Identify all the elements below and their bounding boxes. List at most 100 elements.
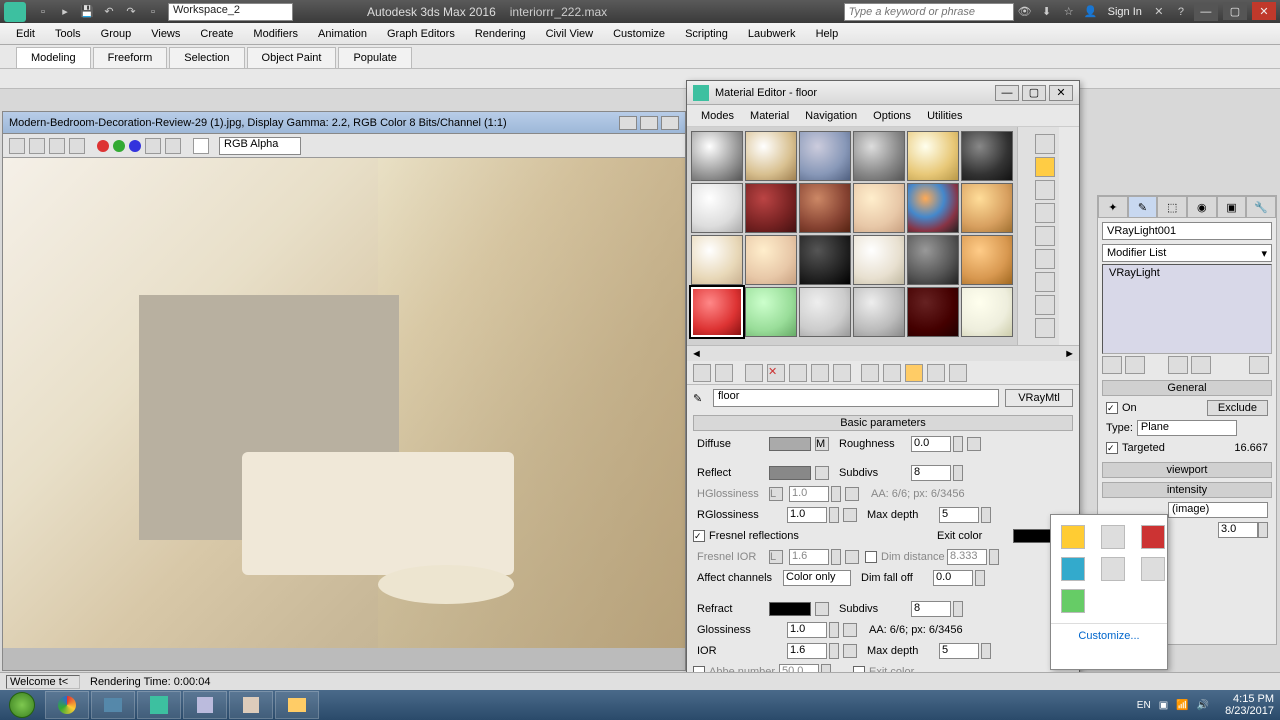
menu-tools[interactable]: Tools (45, 25, 91, 43)
fresnelior-lock-button[interactable]: L (769, 550, 783, 564)
menu-scripting[interactable]: Scripting (675, 25, 738, 43)
popup-folder-icon[interactable] (1141, 557, 1165, 581)
subdivs-spinner[interactable]: 8 (911, 465, 951, 481)
go-parent-icon[interactable] (927, 364, 945, 382)
rgloss-map-button[interactable] (843, 508, 857, 522)
show-map-icon[interactable] (883, 364, 901, 382)
select-by-mat-icon[interactable] (1035, 295, 1055, 315)
taskbar-app[interactable] (229, 691, 273, 719)
material-slot[interactable] (961, 235, 1013, 285)
material-slot[interactable] (691, 131, 743, 181)
menu-views[interactable]: Views (141, 25, 190, 43)
put-to-scene-icon[interactable] (715, 364, 733, 382)
rfw-close-icon[interactable] (661, 116, 679, 130)
material-slot[interactable] (961, 131, 1013, 181)
taskbar-clock[interactable]: 4:15 PM 8/23/2017 (1219, 693, 1280, 717)
ior-map-button[interactable] (843, 644, 857, 658)
me-menu-navigation[interactable]: Navigation (797, 108, 865, 124)
utilities-tab-icon[interactable]: 🔧 (1246, 196, 1276, 218)
material-slot[interactable] (799, 287, 851, 337)
spinner-buttons[interactable] (829, 643, 839, 659)
taskbar-chrome[interactable] (45, 691, 89, 719)
save-icon[interactable]: 💾 (78, 3, 96, 21)
maximize-button[interactable]: ▢ (1223, 2, 1247, 20)
object-name-field[interactable] (1102, 222, 1272, 240)
popup-app-icon[interactable] (1101, 557, 1125, 581)
undo-icon[interactable]: ↶ (100, 3, 118, 21)
dimdist-spinner[interactable]: 8.333 (947, 549, 987, 565)
spinner-buttons[interactable] (989, 549, 999, 565)
make-preview-icon[interactable] (1035, 249, 1055, 269)
roughness-spinner[interactable]: 0.0 (911, 436, 951, 452)
make-copy-icon[interactable] (789, 364, 807, 382)
menu-customize[interactable]: Customize (603, 25, 675, 43)
material-editor-titlebar[interactable]: Material Editor - floor — ▢ ✕ (687, 81, 1079, 105)
channel-blue-icon[interactable] (129, 140, 141, 152)
signin-link[interactable]: Sign In (1108, 6, 1142, 18)
channel-alpha-icon[interactable] (145, 138, 161, 154)
tray-lang[interactable]: EN (1137, 700, 1151, 711)
taskbar-3dsmax[interactable] (137, 691, 181, 719)
type-select[interactable]: Plane (1137, 420, 1237, 436)
rgloss-spinner[interactable]: 1.0 (787, 507, 827, 523)
link-icon[interactable]: ▫ (144, 3, 162, 21)
motion-tab-icon[interactable]: ◉ (1187, 196, 1217, 218)
me-menu-utilities[interactable]: Utilities (919, 108, 970, 124)
channel-green-icon[interactable] (113, 140, 125, 152)
show-end-result-icon[interactable] (905, 364, 923, 382)
rfw-min-icon[interactable] (619, 116, 637, 130)
hgloss-lock-button[interactable]: L (769, 487, 783, 501)
menu-animation[interactable]: Animation (308, 25, 377, 43)
backlight-icon[interactable] (1035, 157, 1055, 177)
remove-mod-icon[interactable] (1191, 356, 1211, 374)
refract-map-button[interactable] (815, 602, 829, 616)
ior-spinner[interactable]: 1.6 (787, 643, 827, 659)
redo-icon[interactable]: ↷ (122, 3, 140, 21)
menu-grapheditors[interactable]: Graph Editors (377, 25, 465, 43)
put-to-lib-icon[interactable] (833, 364, 851, 382)
tab-selection[interactable]: Selection (169, 47, 244, 68)
modifier-stack[interactable]: VRayLight (1102, 264, 1272, 354)
display-tab-icon[interactable]: ▣ (1217, 196, 1247, 218)
menu-civilview[interactable]: Civil View (536, 25, 603, 43)
sample-type-icon[interactable] (1035, 134, 1055, 154)
refr-maxdepth-spinner[interactable]: 5 (939, 643, 979, 659)
material-name-field[interactable]: floor (713, 389, 999, 407)
menu-help[interactable]: Help (806, 25, 849, 43)
spinner-buttons[interactable] (953, 601, 963, 617)
tab-modeling[interactable]: Modeling (16, 47, 91, 68)
material-type-button[interactable]: VRayMtl (1005, 389, 1073, 407)
hierarchy-tab-icon[interactable]: ⬚ (1157, 196, 1187, 218)
start-button[interactable] (0, 690, 44, 720)
spinner-buttons[interactable] (831, 549, 841, 565)
assign-to-sel-icon[interactable] (745, 364, 763, 382)
hgloss-map-button[interactable] (845, 487, 859, 501)
menu-create[interactable]: Create (190, 25, 243, 43)
material-slot[interactable] (745, 287, 797, 337)
material-slot[interactable] (907, 131, 959, 181)
me-close-button[interactable]: ✕ (1049, 85, 1073, 101)
spinner-buttons[interactable] (829, 507, 839, 523)
fresnelior-spinner[interactable]: 1.6 (789, 549, 829, 565)
stack-item[interactable]: VRayLight (1109, 267, 1265, 279)
material-slot[interactable] (691, 183, 743, 233)
workspace-select[interactable]: Workspace_2 (168, 3, 293, 21)
rfw-max-icon[interactable] (640, 116, 658, 130)
taskbar-explorer[interactable] (91, 691, 135, 719)
material-slot[interactable] (853, 235, 905, 285)
spinner-buttons[interactable] (953, 465, 963, 481)
new-icon[interactable]: ▫ (34, 3, 52, 21)
popup-adobe-icon[interactable] (1141, 525, 1165, 549)
popup-sync-icon[interactable] (1061, 589, 1085, 613)
material-slot[interactable] (853, 131, 905, 181)
menu-rendering[interactable]: Rendering (465, 25, 536, 43)
me-max-button[interactable]: ▢ (1022, 85, 1046, 101)
clone-icon[interactable] (49, 138, 65, 154)
refr-gloss-spinner[interactable]: 1.0 (787, 622, 827, 638)
targeted-checkbox[interactable] (1106, 442, 1118, 454)
delete-icon[interactable] (69, 138, 85, 154)
me-menu-options[interactable]: Options (865, 108, 919, 124)
me-menu-modes[interactable]: Modes (693, 108, 742, 124)
refr-gloss-map-button[interactable] (843, 623, 857, 637)
reset-map-icon[interactable]: ✕ (767, 364, 785, 382)
